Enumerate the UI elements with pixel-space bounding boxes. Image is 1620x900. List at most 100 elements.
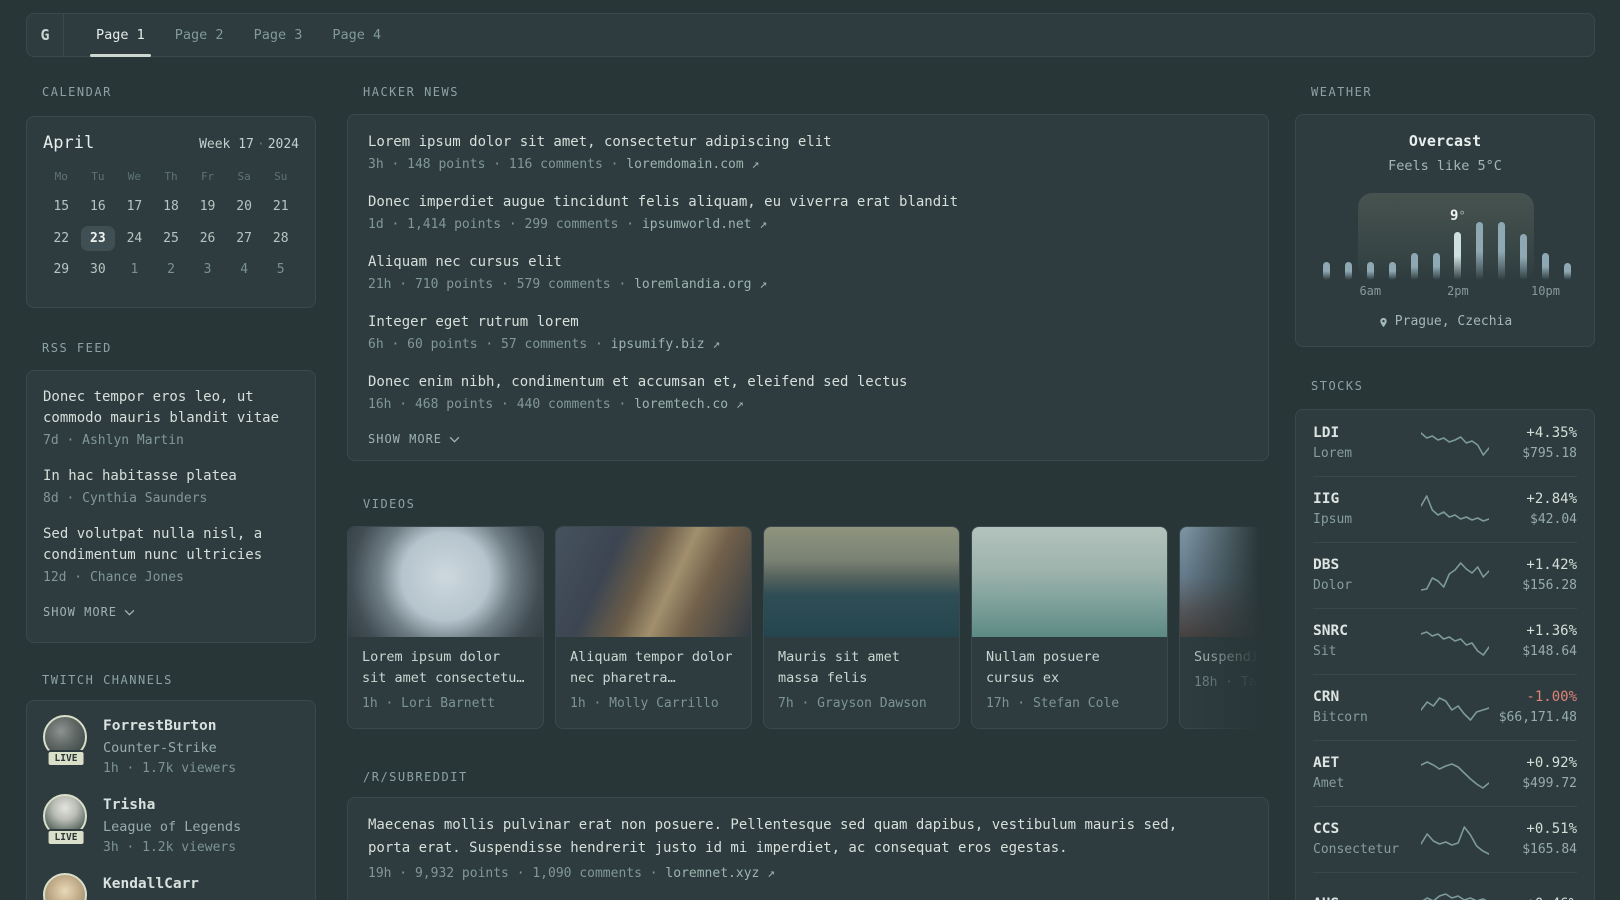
streamer-name[interactable]: Trisha <box>103 796 241 815</box>
video-thumbnail[interactable] <box>1180 527 1269 637</box>
reddit-domain-link[interactable]: loremnet.xyz ↗ <box>665 866 775 881</box>
top-nav-bar: G Page 1 Page 2 Page 3 Page 4 <box>26 13 1595 57</box>
twitch-channel-info: Trisha League of Legends 3h · 1.2k viewe… <box>103 794 241 857</box>
video-thumbnail[interactable] <box>348 527 543 637</box>
hn-story-title[interactable]: Integer eget rutrum lorem <box>368 312 1248 332</box>
tab-page-2[interactable]: Page 2 <box>173 14 226 56</box>
stock-change: +0.46% <box>1489 895 1577 900</box>
stock-symbol[interactable]: DBS <box>1313 556 1421 574</box>
calendar-grid: Mo Tu We Th Fr Sa Su 15 16 17 18 19 20 21 22 23 24 25 26 27… <box>43 169 299 286</box>
stock-sparkline <box>1421 494 1489 522</box>
video-card[interactable]: Nullam posuere cursus ex 17h · Stefan Co… <box>971 526 1168 729</box>
stock-symbol[interactable]: AET <box>1313 754 1421 772</box>
weather-bar <box>1563 263 1571 280</box>
rss-item-meta: 8d · Cynthia Saunders <box>43 491 208 506</box>
video-meta: 7h · Grayson Dawson <box>778 696 927 711</box>
stock-row[interactable]: IIG Ipsum +2.84% $42.04 <box>1313 476 1577 542</box>
stock-symbol[interactable]: LDI <box>1313 424 1421 442</box>
stock-symbol[interactable]: AHS <box>1313 895 1421 900</box>
twitch-channel-item[interactable]: LIVE ForrestBurton Counter-Strike 1h · 1… <box>43 715 299 778</box>
reddit-meta-text: 19h · 9,932 points · 1,090 comments · <box>368 866 666 881</box>
rss-item-title[interactable]: Sed volutpat nulla nisl, a condimentum n… <box>43 524 299 566</box>
video-title[interactable]: Nullam posuere cursus ex <box>986 647 1153 689</box>
stocks-widget: LDI Lorem +4.35% $795.18 IIG Ipsum +2.84… <box>1295 409 1595 900</box>
rss-item-title[interactable]: In hac habitasse platea <box>43 466 299 487</box>
location-pin-icon <box>1380 317 1387 327</box>
video-title[interactable]: Mauris sit amet massa felis <box>778 647 945 689</box>
twitch-channel-item[interactable]: LIVE Trisha League of Legends 3h · 1.2k … <box>43 794 299 857</box>
chevron-down-icon <box>124 609 135 616</box>
video-meta: 17h · Stefan Cole <box>986 696 1120 711</box>
video-card-body: Suspendisse diam 18h · Tara <box>1180 637 1269 690</box>
hn-story-meta: 3h · 148 points · 116 comments · loremdo… <box>368 156 1248 174</box>
calendar-week-number: Week 17 <box>199 137 254 152</box>
hn-story-title[interactable]: Donec imperdiet augue tincidunt felis al… <box>368 192 1248 212</box>
hn-story-domain-link[interactable]: ipsumify.biz ↗ <box>611 337 721 352</box>
app-logo[interactable]: G <box>27 14 64 56</box>
stock-row[interactable]: CCS Consectetur +0.51% $165.84 <box>1313 806 1577 872</box>
video-title[interactable]: Suspendisse diam <box>1194 647 1269 668</box>
weather-bar <box>1476 222 1484 280</box>
streamer-name[interactable]: ForrestBurton <box>103 717 236 736</box>
stock-symbol[interactable]: IIG <box>1313 490 1421 508</box>
video-title[interactable]: Aliquam tempor dolor nec pharetra… <box>570 647 737 689</box>
stock-row[interactable]: AHS +0.46% <box>1313 872 1577 900</box>
calendar-weekday: Fr <box>200 170 215 183</box>
hn-story-title[interactable]: Lorem ipsum dolor sit amet, consectetur … <box>368 132 1248 152</box>
stock-row[interactable]: CRN Bitcorn -1.00% $66,171.48 <box>1313 674 1577 740</box>
video-thumbnail[interactable] <box>556 527 751 637</box>
weather-section-label: WEATHER <box>1311 85 1373 99</box>
video-card[interactable]: Mauris sit amet massa felis 7h · Grayson… <box>763 526 960 729</box>
hn-show-more-button[interactable]: SHOW MORE <box>368 432 1248 446</box>
stock-symbol[interactable]: CRN <box>1313 688 1421 706</box>
weather-hour-label: 6am <box>1359 284 1382 298</box>
tab-page-1[interactable]: Page 1 <box>90 14 151 57</box>
rss-show-more-button[interactable]: SHOW MORE <box>43 605 299 619</box>
weather-bar <box>1520 234 1528 280</box>
video-thumbnail[interactable] <box>972 527 1167 637</box>
video-card[interactable]: Suspendisse diam 18h · Tara <box>1179 526 1269 729</box>
weather-bar <box>1542 253 1549 280</box>
video-title[interactable]: Lorem ipsum dolor sit amet consectetu… <box>362 647 529 689</box>
hn-story-domain-link[interactable]: loremlandia.org ↗ <box>634 277 767 292</box>
rss-item-title[interactable]: Donec tempor eros leo, ut commodo mauris… <box>43 387 299 429</box>
hn-story-domain-link[interactable]: loremtech.co ↗ <box>634 397 744 412</box>
weather-bar <box>1323 262 1330 280</box>
twitch-channel-item[interactable]: KendallCarr <box>43 873 299 900</box>
video-card-body: Aliquam tempor dolor nec pharetra… 1h · … <box>556 637 751 711</box>
hn-story-meta: 6h · 60 points · 57 comments · ipsumify.… <box>368 336 1248 354</box>
calendar-weekday: Sa <box>237 170 251 183</box>
video-thumbnail[interactable] <box>764 527 959 637</box>
hn-story-title[interactable]: Aliquam nec cursus elit <box>368 252 1248 272</box>
stock-change: +0.51% <box>1526 821 1577 837</box>
stock-symbol[interactable]: SNRC <box>1313 622 1421 640</box>
video-card[interactable]: Lorem ipsum dolor sit amet consectetu… 1… <box>347 526 544 729</box>
stock-values: +0.92% $499.72 <box>1489 754 1577 793</box>
calendar-widget: April Week 17 · 2024 Mo Tu We Th Fr Sa Su 15 16 17 1… <box>26 116 316 308</box>
weather-bar-current <box>1454 232 1462 280</box>
weather-hour-labels: 6am 2pm 10pm <box>1296 280 1594 300</box>
stock-sparkline <box>1421 892 1488 900</box>
hn-story-domain-link[interactable]: ipsumworld.net ↗ <box>642 217 767 232</box>
hn-story-title[interactable]: Donec enim nibh, condimentum et accumsan… <box>368 372 1248 392</box>
video-card[interactable]: Aliquam tempor dolor nec pharetra… 1h · … <box>555 526 752 729</box>
domain-text: loremdomain.com <box>626 157 744 172</box>
stock-row[interactable]: LDI Lorem +4.35% $795.18 <box>1313 410 1577 476</box>
tab-page-3[interactable]: Page 3 <box>252 14 305 56</box>
stock-row[interactable]: AET Amet +0.92% $499.72 <box>1313 740 1577 806</box>
stock-symbol[interactable]: CCS <box>1313 820 1421 838</box>
stock-price: $66,171.48 <box>1498 710 1577 725</box>
stock-row[interactable]: DBS Dolor +1.42% $156.28 <box>1313 542 1577 608</box>
weather-feels-like: Feels like 5°C <box>1388 158 1502 174</box>
calendar-day: 4 <box>240 262 249 278</box>
reddit-post-title[interactable]: Maecenas mollis pulvinar erat non posuer… <box>368 814 1213 859</box>
streamer-name[interactable]: KendallCarr <box>103 875 199 894</box>
hn-story-domain-link[interactable]: loremdomain.com ↗ <box>626 157 759 172</box>
weather-current-temp: 9° <box>1450 208 1466 224</box>
tab-page-4[interactable]: Page 4 <box>330 14 383 56</box>
calendar-day: 17 <box>126 199 143 215</box>
stock-values: +0.46% <box>1489 895 1577 900</box>
stock-row[interactable]: SNRC Sit +1.36% $148.64 <box>1313 608 1577 674</box>
subreddit-section-label: /R/SUBREDDIT <box>363 770 468 784</box>
calendar-day: 20 <box>236 199 252 215</box>
